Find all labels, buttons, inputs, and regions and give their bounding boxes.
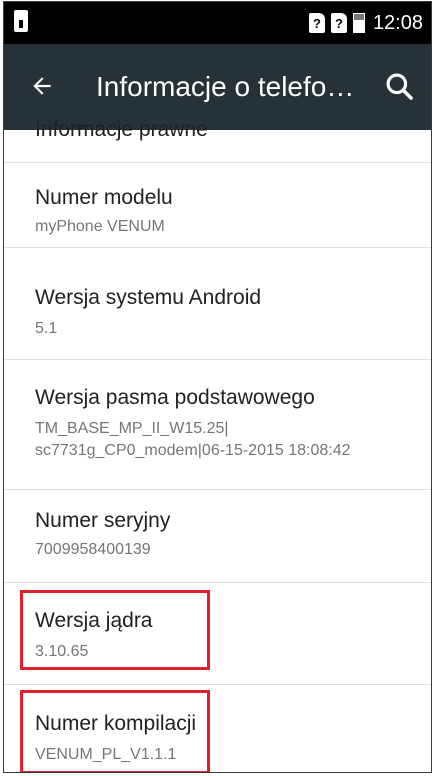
sd-card-icon	[14, 10, 28, 32]
list-item-value: VENUM_PL_V1.1.1	[35, 746, 177, 763]
list-item-title: Wersja systemu Android	[35, 286, 262, 309]
clock: 12:08	[372, 11, 423, 34]
list-item-value: 3.10.65	[35, 643, 89, 660]
list-item-kernel-version[interactable]: Wersja jądra 3.10.65	[4, 583, 431, 685]
sim2-icon: ?	[330, 13, 347, 33]
sim1-icon: ?	[308, 13, 325, 33]
list-item-title: Numer seryjny	[35, 509, 171, 532]
list-item-legal[interactable]: Informacje prawne	[4, 100, 431, 163]
status-icons: ? ? 12:08	[308, 2, 423, 44]
list-item-serial-number[interactable]: Numer seryjny 7009958400139	[4, 490, 431, 583]
battery-icon	[352, 13, 365, 33]
list-item-value: TM_BASE_MP_II_W15.25| sc7731g_CP0_modem|…	[35, 420, 351, 459]
list-item-title: Numer modelu	[35, 186, 173, 209]
list-item-title: Wersja jądra	[35, 609, 153, 632]
list-item-title: Wersja pasma podstawowego	[35, 386, 315, 409]
arrow-left-glyph	[33, 77, 51, 95]
phone-screen: ? ? 12:08 Informacje o telefo… Informacj…	[3, 1, 432, 773]
list-item-value: myPhone VENUM	[35, 218, 165, 235]
list-item-build-number[interactable]: Numer kompilacji VENUM_PL_V1.1.1	[4, 685, 431, 772]
list-item-title: Numer kompilacji	[35, 712, 197, 735]
list-item-android-version[interactable]: Wersja systemu Android 5.1	[4, 248, 431, 360]
list-item-value: 7009958400139	[35, 541, 151, 558]
settings-list: Informacje prawne Numer modelu myPhone V…	[4, 118, 431, 772]
list-item-value: 5.1	[35, 320, 58, 337]
list-item-model-number[interactable]: Numer modelu myPhone VENUM	[4, 163, 431, 248]
status-bar: ? ? 12:08	[4, 2, 431, 44]
list-item-title: Informacje prawne	[35, 118, 208, 141]
list-item-baseband-version[interactable]: Wersja pasma podstawowego TM_BASE_MP_II_…	[4, 360, 431, 490]
